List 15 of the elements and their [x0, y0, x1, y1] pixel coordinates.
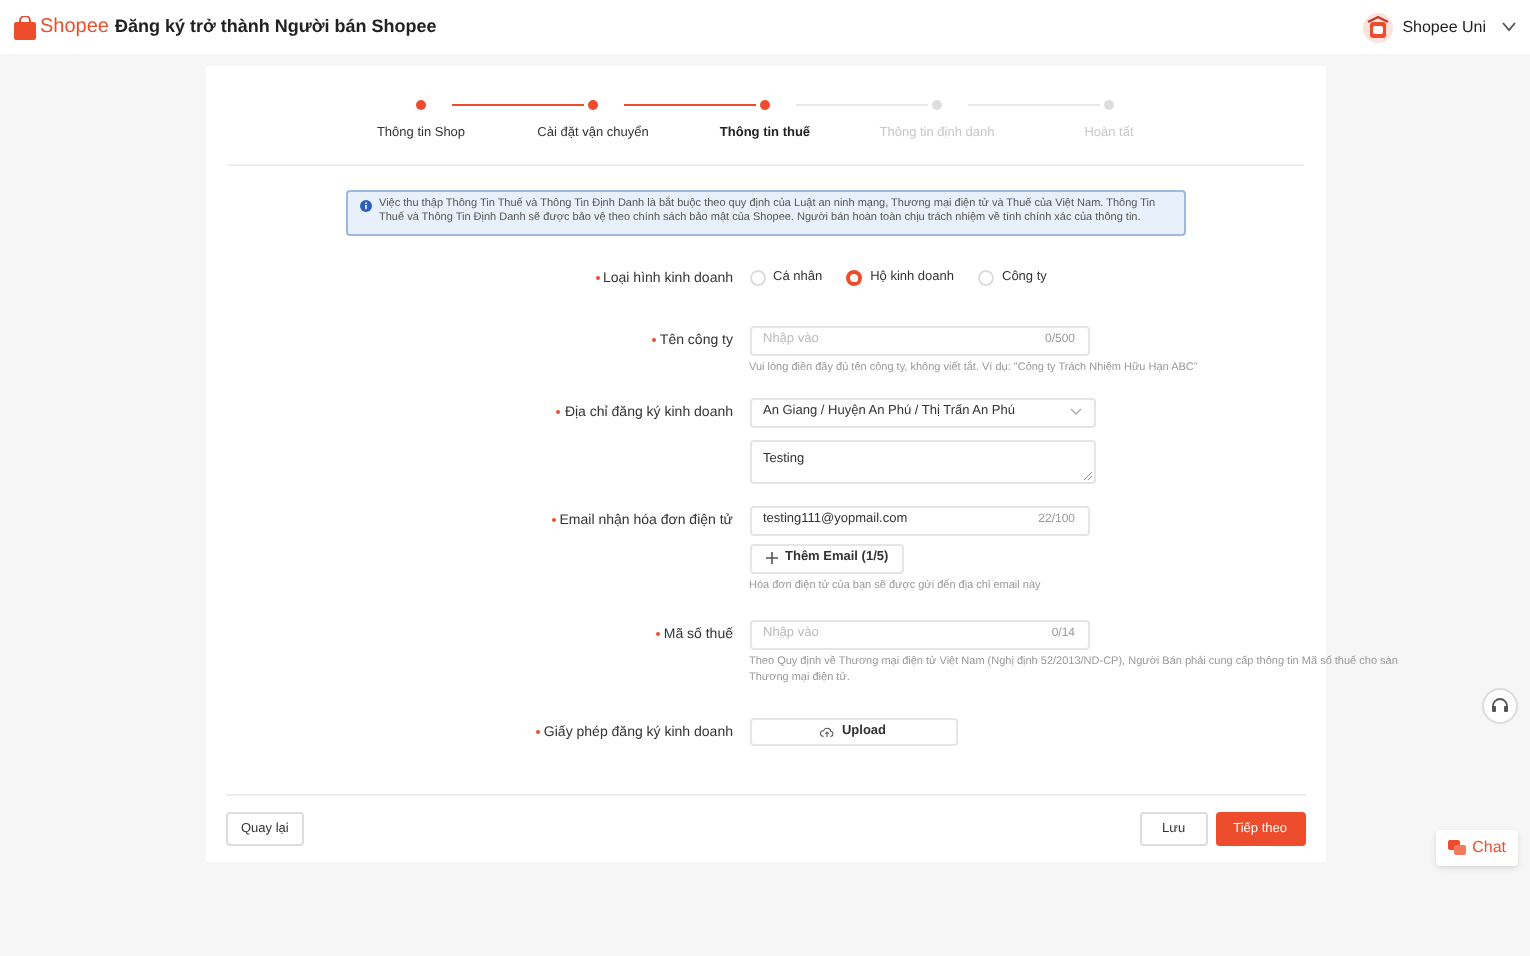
account-name[interactable]: Shopee Uni	[1402, 15, 1486, 39]
cloud-upload-icon	[819, 725, 834, 738]
chat-button[interactable]: Chat	[1436, 830, 1518, 866]
logo-text: Shopee	[40, 14, 109, 42]
info-icon	[359, 199, 371, 212]
mascot-icon	[1362, 11, 1395, 43]
page-title: Đăng ký trở thành Người bán Shopee	[114, 13, 437, 40]
chevron-down-icon	[1069, 408, 1081, 417]
resize-handle-icon[interactable]	[1083, 471, 1091, 480]
shopping-bag-icon	[14, 15, 36, 39]
headset-icon	[1490, 696, 1510, 716]
plus-icon	[765, 552, 777, 565]
chevron-down-icon[interactable]	[1502, 22, 1516, 32]
support-button[interactable]	[1482, 688, 1518, 724]
chat-bubble-icon	[1448, 840, 1467, 856]
